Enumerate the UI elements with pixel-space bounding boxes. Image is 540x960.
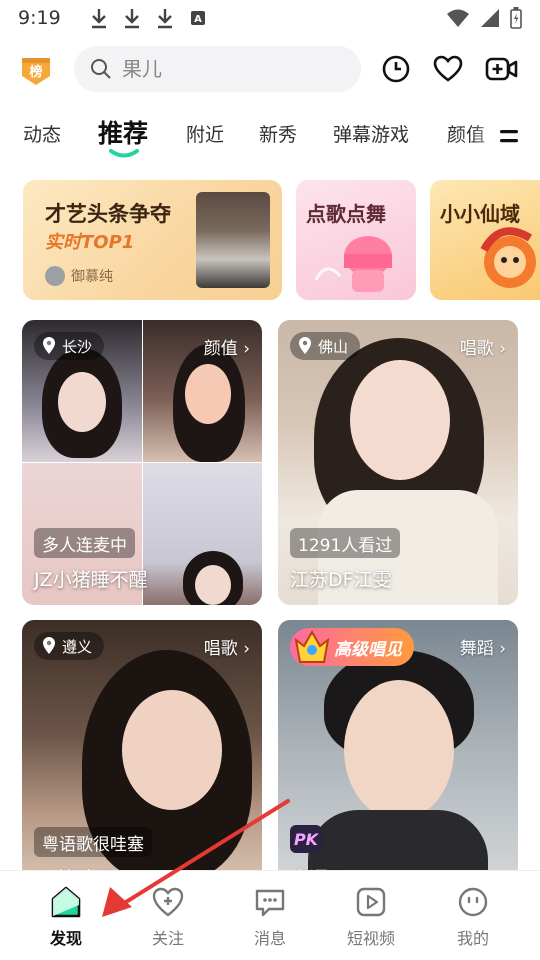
nav-label: 消息 (253, 929, 286, 948)
download-icon (124, 9, 139, 29)
streamer-name: 江苏DF江雯 (290, 569, 392, 591)
heart-plus-icon (152, 887, 184, 917)
banner-xiaoxiao-xianyu[interactable]: 小小仙域 (430, 180, 540, 300)
nav-label: 短视频 (346, 929, 395, 948)
senior-singer-badge: 高级唱见 (290, 628, 414, 666)
banner-user: 御慕纯 (45, 266, 113, 286)
live-card[interactable]: 长沙 颜值 › 多人连麦中 JZ小猪睡不醒 (22, 320, 262, 605)
banner-subtitle: 实时TOP1 (45, 232, 135, 253)
location-tag: 遵义 (34, 632, 105, 660)
banner-user-name: 御慕纯 (71, 269, 113, 285)
tab-dongtai[interactable]: 动态 (23, 120, 61, 147)
nav-label: 发现 (49, 929, 82, 948)
category-link[interactable]: 舞蹈 › (460, 634, 506, 659)
svg-text:榜: 榜 (29, 64, 42, 80)
location-tag: 长沙 (34, 332, 105, 360)
location-text: 长沙 (62, 337, 93, 356)
stat-badge: 多人连麦中 (34, 528, 135, 558)
search-bar[interactable] (74, 46, 361, 92)
banner-talent-headline[interactable]: 才艺头条争夺 实时TOP1 御慕纯 (23, 180, 282, 300)
banner-photo (196, 192, 270, 288)
nav-short-video[interactable]: 短视频 (341, 885, 401, 949)
live-card[interactable]: 佛山 唱歌 › 1291人看过 江苏DF江雯 (278, 320, 518, 605)
location-text: 佛山 (318, 337, 349, 356)
svg-text:A: A (194, 14, 202, 25)
tab-fujin[interactable]: 附近 (186, 120, 224, 147)
menu-icon[interactable] (500, 128, 518, 144)
nav-messages[interactable]: 消息 (240, 885, 300, 949)
crown-icon (294, 629, 330, 663)
nav-follow[interactable]: 关注 (138, 885, 198, 949)
category-link[interactable]: 颜值 › (204, 334, 250, 359)
home-icon (51, 886, 81, 918)
nav-me[interactable]: 我的 (443, 885, 503, 949)
location-tag: 佛山 (290, 332, 361, 360)
chat-icon (255, 889, 285, 917)
status-time: 9:19 (18, 7, 61, 29)
active-tab-indicator (109, 149, 139, 158)
live-thumbnail (143, 463, 262, 605)
stat-badge: 粤语歌很哇塞 (34, 827, 152, 857)
search-input[interactable] (122, 57, 322, 81)
stat-badge: 1291人看过 (290, 528, 401, 558)
wifi-icon (447, 9, 469, 27)
nav-discover[interactable]: 发现 (36, 885, 96, 949)
search-icon (91, 59, 111, 79)
status-bar: 9:19 A (0, 0, 540, 36)
history-icon[interactable] (381, 54, 411, 84)
rank-shield-icon: 榜 (22, 58, 50, 85)
play-icon (356, 887, 386, 917)
tab-tuijian[interactable]: 推荐 (98, 114, 148, 150)
microphone-icon (314, 236, 392, 292)
category-link[interactable]: 唱歌 › (204, 634, 250, 659)
streamer-name: JZ小猪睡不醒 (34, 569, 148, 591)
profile-icon (458, 887, 488, 917)
a-icon: A (190, 11, 205, 25)
location-pin-icon (43, 337, 55, 354)
badge-text: 高级唱见 (334, 639, 402, 660)
live-card[interactable]: 遵义 唱歌 › 粤语歌很哇塞 TY情味子 (22, 620, 262, 880)
pk-badge: PK (290, 825, 322, 853)
tab-danmu-youxi[interactable]: 弹幕游戏 (333, 120, 409, 147)
top-header: 榜 (0, 44, 540, 96)
live-camera-icon[interactable] (485, 54, 519, 84)
banner-title: 才艺头条争夺 (45, 202, 171, 226)
bottom-nav: 发现 关注 消息 短视频 我的 (0, 870, 540, 960)
avatar (45, 266, 65, 286)
heart-icon[interactable] (433, 54, 463, 84)
category-link[interactable]: 唱歌 › (460, 334, 506, 359)
category-tabs: 动态 推荐 附近 新秀 弹幕游戏 颜值 (0, 110, 540, 160)
location-pin-icon (299, 337, 311, 354)
live-card[interactable]: 高级唱见 舞蹈 › PK 南语子 (278, 620, 518, 880)
character-icon (480, 227, 536, 288)
signal-icon (481, 9, 499, 27)
battery-icon (510, 7, 522, 29)
tab-xinxiu[interactable]: 新秀 (259, 120, 297, 147)
download-icon (91, 9, 106, 29)
download-icon (157, 9, 172, 29)
banner-song-dance[interactable]: 点歌点舞 (296, 180, 416, 300)
rank-badge-button[interactable]: 榜 (20, 56, 52, 86)
nav-label: 关注 (151, 929, 184, 948)
location-text: 遵义 (62, 637, 93, 656)
location-pin-icon (43, 637, 55, 654)
nav-label: 我的 (456, 929, 489, 948)
